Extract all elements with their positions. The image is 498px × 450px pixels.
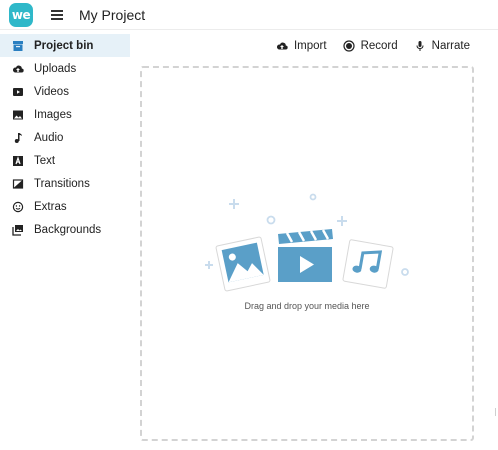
narrate-button[interactable]: Narrate [414, 40, 470, 52]
dropzone-message: Drag and drop your media here [244, 301, 370, 311]
clapperboard-icon [278, 229, 333, 282]
play-icon [12, 86, 24, 98]
record-button[interactable]: Record [342, 40, 398, 52]
project-title[interactable]: My Project [79, 7, 145, 23]
top-bar: we My Project [0, 0, 498, 30]
sidebar-item-videos[interactable]: Videos [0, 80, 130, 103]
sidebar-item-text[interactable]: Text [0, 149, 130, 172]
sidebar-item-label: Audio [34, 131, 64, 144]
narrate-label: Narrate [431, 40, 470, 52]
media-dropzone[interactable]: Drag and drop your media here [140, 66, 474, 441]
cloud-upload-icon [12, 63, 24, 75]
music-card-icon [342, 239, 394, 289]
sidebar-item-audio[interactable]: Audio [0, 126, 130, 149]
backgrounds-icon [12, 224, 24, 236]
media-illustration [205, 193, 409, 292]
sidebar-item-label: Images [34, 108, 72, 121]
sidebar-item-label: Videos [34, 85, 69, 98]
sidebar-item-label: Project bin [34, 39, 94, 52]
sidebar-item-transitions[interactable]: Transitions [0, 172, 130, 195]
sidebar-item-images[interactable]: Images [0, 103, 130, 126]
cloud-upload-icon [276, 42, 288, 50]
text-icon [12, 155, 24, 167]
sidebar-item-label: Transitions [34, 177, 90, 190]
sidebar: Project bin Uploads Videos Images Audio … [0, 34, 130, 241]
sidebar-item-backgrounds[interactable]: Backgrounds [0, 218, 130, 241]
sidebar-item-project-bin[interactable]: Project bin [0, 34, 130, 57]
music-note-icon [12, 132, 24, 144]
smiley-icon [12, 201, 24, 213]
app-logo[interactable]: we [9, 2, 33, 27]
import-label: Import [293, 40, 327, 52]
sidebar-item-extras[interactable]: Extras [0, 195, 130, 218]
menu-icon[interactable] [51, 9, 63, 20]
sidebar-item-label: Text [34, 154, 56, 167]
sidebar-item-label: Backgrounds [34, 223, 102, 236]
import-button[interactable]: Import [276, 40, 327, 52]
scrollbar-edge [495, 408, 496, 416]
record-label: Record [360, 40, 398, 52]
record-icon [342, 40, 355, 52]
sidebar-item-label: Extras [34, 200, 67, 213]
microphone-icon [416, 41, 424, 51]
image-icon [12, 109, 24, 121]
sidebar-item-label: Uploads [34, 62, 77, 75]
sidebar-item-uploads[interactable]: Uploads [0, 57, 130, 80]
media-toolbar: Import Record Narrate [276, 40, 470, 52]
image-card-icon [215, 236, 271, 292]
transition-icon [12, 178, 24, 190]
bin-icon [12, 40, 24, 52]
